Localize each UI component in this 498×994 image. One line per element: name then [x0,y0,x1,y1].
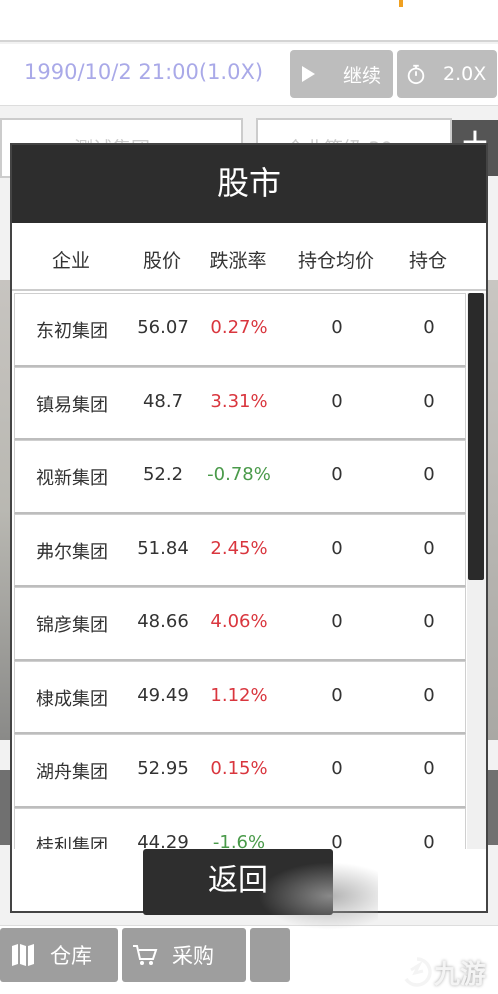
stock-price: 48.7 [142,390,184,412]
continue-button[interactable]: 继续 [290,50,393,98]
avg-cost: 0 [331,317,343,338]
avg-cost: 0 [331,611,343,632]
change-rate: 0.27% [210,317,268,338]
table-row[interactable]: 桂利集团 44.29 -1.6% 0 0 [14,807,466,850]
holdings: 0 [423,390,435,412]
more-button[interactable] [250,928,290,982]
stopwatch-icon [407,64,425,85]
top-bar [0,0,498,42]
play-icon [302,66,315,82]
watermark-text: 九游 [434,959,487,990]
dialog-title: 股市 [12,145,486,223]
avg-cost: 0 [331,390,343,412]
table-header: 企业 股价 跌涨率 持仓均价 持仓 [12,225,486,291]
stock-price: 56.07 [137,317,189,338]
stock-price: 51.84 [137,537,189,559]
continue-label: 继续 [343,64,382,87]
table-row[interactable]: 棣成集团 49.49 1.12% 0 0 [14,660,466,734]
jiuyou-logo-icon [404,957,432,987]
column-price: 股价 [142,250,181,272]
stock-price: 52.95 [137,758,189,779]
table-row[interactable]: 镇易集团 48.7 3.31% 0 0 [14,366,466,440]
cart-icon [133,945,158,965]
avg-cost: 0 [331,464,343,485]
warehouse-button[interactable]: 仓库 [0,928,118,982]
accent-mark [399,0,403,7]
company-name: 湖舟集团 [36,762,108,783]
avg-cost: 0 [331,684,343,706]
table-row[interactable]: 锦彦集团 48.66 4.06% 0 0 [14,587,466,661]
image-smudge [258,862,378,930]
table-row[interactable]: 湖舟集团 52.95 0.15% 0 0 [14,734,466,808]
table-row[interactable]: 东初集团 56.07 0.27% 0 0 [14,293,466,367]
company-name: 镇易集团 [36,394,108,416]
purchase-label: 采购 [172,944,214,968]
change-rate: 0.15% [210,758,268,779]
stock-price: 44.29 [137,831,189,850]
holdings: 0 [423,317,435,338]
game-time: 1990/10/2 21:00(1.0X) [24,60,264,84]
company-name: 东初集团 [36,321,108,342]
column-avg-cost: 持仓均价 [297,250,374,272]
stock-price: 49.49 [137,684,189,706]
holdings: 0 [423,537,435,559]
avg-cost: 0 [331,758,343,779]
stock-price: 52.2 [142,464,184,485]
purchase-button[interactable]: 采购 [122,928,246,982]
holdings: 0 [423,464,435,485]
column-change: 跌涨率 [209,250,267,272]
company-name: 弗尔集团 [36,541,108,563]
company-name: 桂利集团 [36,835,108,850]
speed-label: 2.0X [443,63,487,85]
watermark: 九游 [402,955,487,990]
change-rate: 2.45% [210,537,268,559]
book-icon [12,944,34,966]
change-rate: 1.12% [210,684,268,706]
change-rate: -1.6% [212,831,266,850]
table-row[interactable]: 视新集团 52.2 -0.78% 0 0 [14,440,466,514]
stock-list[interactable]: 东初集团 56.07 0.27% 0 0 镇易集团 48.7 3.31% 0 0… [14,293,466,849]
company-name: 棣成集团 [36,688,108,710]
holdings: 0 [423,758,435,779]
warehouse-label: 仓库 [50,944,92,968]
holdings: 0 [423,684,435,706]
scrollbar-thumb[interactable] [468,293,484,580]
table-row[interactable]: 弗尔集团 51.84 2.45% 0 0 [14,513,466,587]
avg-cost: 0 [331,831,343,850]
speed-button[interactable]: 2.0X [397,50,497,98]
column-holdings: 持仓 [408,250,447,272]
change-rate: 4.06% [210,611,268,632]
column-company: 企业 [51,250,90,272]
change-rate: 3.31% [210,390,268,412]
company-name: 视新集团 [36,468,108,489]
change-rate: -0.78% [207,464,271,485]
stock-price: 48.66 [137,611,189,632]
holdings: 0 [423,611,435,632]
avg-cost: 0 [331,537,343,559]
stock-market-dialog: 股市 企业 股价 跌涨率 持仓均价 持仓 东初集团 56.07 0.27% 0 … [10,143,488,913]
holdings: 0 [423,831,435,850]
company-name: 锦彦集团 [36,615,108,636]
